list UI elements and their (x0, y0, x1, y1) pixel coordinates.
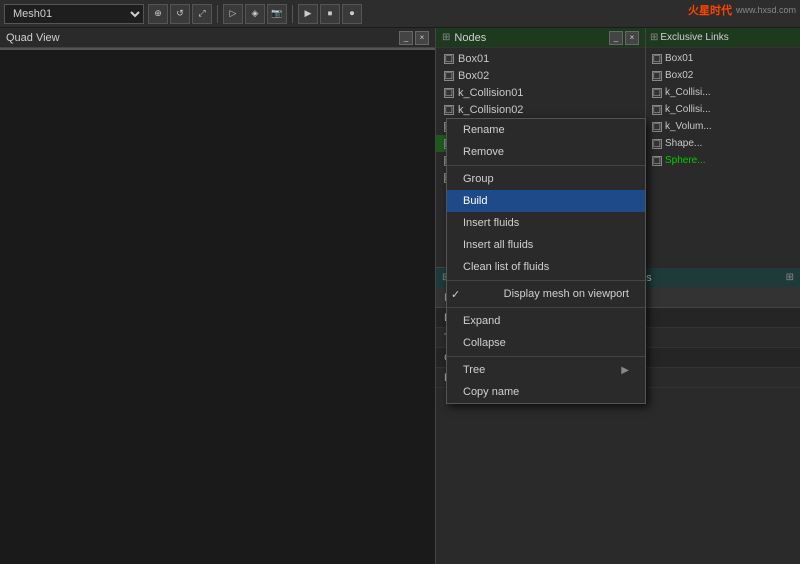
excl-item-kcollisi1[interactable]: □ k_Collisi... (646, 84, 800, 101)
excl-icon: □ (652, 122, 662, 132)
excl-icon: □ (652, 156, 662, 166)
excl-item-sphere[interactable]: □ Sphere... (646, 152, 800, 169)
quad-view-header: Quad View _ × (0, 28, 435, 48)
ctx-clean-list[interactable]: Clean list of fluids (447, 256, 645, 278)
node-icon: □ (444, 54, 454, 64)
move-icon[interactable]: ⊕ (148, 4, 168, 24)
ctx-sep-2 (447, 280, 645, 281)
toolbar-separator-2 (292, 5, 293, 23)
ctx-build[interactable]: Build (447, 190, 645, 212)
brand-text: 火星时代 (688, 2, 732, 18)
select-icon[interactable]: ▷ (223, 4, 243, 24)
nodes-minimize[interactable]: _ (609, 31, 623, 45)
excl-icon: □ (652, 54, 662, 64)
excl-icon: □ (652, 88, 662, 98)
quad-view: Quad View _ × (0, 28, 436, 564)
exclusive-links-header: ⊞ Exclusive Links (646, 28, 800, 48)
excl-label: Box01 (665, 53, 693, 64)
excl-icon: □ (652, 71, 662, 81)
excl-label: Shape... (665, 138, 702, 149)
exclusive-links-title: Exclusive Links (660, 32, 728, 43)
watermark: 火星时代 www.hxsd.com (688, 2, 796, 18)
excl-item-kvolum[interactable]: □ k_Volum... (646, 118, 800, 135)
ctx-insert-all-fluids[interactable]: Insert all fluids (447, 234, 645, 256)
exclusive-links-list: □ Box01 □ Box02 □ k_Collisi... □ k_Colli… (646, 48, 800, 171)
ctx-submenu-arrow: ▶ (621, 365, 629, 376)
scale-icon[interactable]: ⤢ (192, 4, 212, 24)
ctx-collapse[interactable]: Collapse (447, 332, 645, 354)
nodes-close[interactable]: × (625, 31, 639, 45)
node-item-kcollision01[interactable]: □ k_Collision01 (436, 84, 645, 101)
node-icon: □ (444, 105, 454, 115)
excl-item-box01[interactable]: □ Box01 (646, 50, 800, 67)
excl-item-kcollisi2[interactable]: □ k_Collisi... (646, 101, 800, 118)
quad-view-minimize[interactable]: _ (399, 31, 413, 45)
excl-label: k_Collisi... (665, 104, 711, 115)
node-item-kcollision02[interactable]: □ k_Collision02 (436, 101, 645, 118)
node-label: Box02 (458, 70, 489, 82)
excl-icon: □ (652, 105, 662, 115)
brand-url: www.hxsd.com (736, 5, 796, 15)
ctx-display-mesh[interactable]: Display mesh on viewport (447, 283, 645, 305)
viewport-top[interactable]: top Sphere01 PAR:970 Box01 V:8 F:12 Box0… (0, 48, 435, 50)
ctx-expand[interactable]: Expand (447, 310, 645, 332)
ctx-tree[interactable]: Tree ▶ (447, 359, 645, 381)
rotate-icon[interactable]: ↺ (170, 4, 190, 24)
ctx-rename[interactable]: Rename (447, 119, 645, 141)
mesh-dropdown[interactable]: Mesh01Mesh01 (4, 4, 144, 24)
camera-icon[interactable]: 📷 (267, 4, 287, 24)
ctx-group[interactable]: Group (447, 168, 645, 190)
toolbar-icons: ⊕ ↺ ⤢ ▷ ◈ 📷 ▶ ⏹ ⏺ (148, 4, 362, 24)
node-icon: □ (444, 88, 454, 98)
ctx-sep-4 (447, 356, 645, 357)
node-label: k_Collision02 (458, 104, 523, 116)
node-item-box02[interactable]: □ Box02 (436, 67, 645, 84)
params-grid-icon2: ⊞ (786, 272, 794, 283)
ctx-sep-3 (447, 307, 645, 308)
node-label: Box01 (458, 53, 489, 65)
stop-icon[interactable]: ⏹ (320, 4, 340, 24)
top-toolbar: Mesh01Mesh01 ⊕ ↺ ⤢ ▷ ◈ 📷 ▶ ⏹ ⏺ 火星时代 www.… (0, 0, 800, 28)
exclusive-links-panel: ⊞ Exclusive Links □ Box01 □ Box02 □ k_Co… (645, 28, 800, 268)
toolbar-separator-1 (217, 5, 218, 23)
ctx-copy-name[interactable]: Copy name (447, 381, 645, 403)
ctx-remove[interactable]: Remove (447, 141, 645, 163)
nodes-controls: _ × (609, 31, 639, 45)
excl-grid-icon: ⊞ (650, 32, 658, 43)
excl-label: k_Collisi... (665, 87, 711, 98)
nodes-title: Nodes (454, 32, 486, 44)
render-icon[interactable]: ◈ (245, 4, 265, 24)
context-menu: Rename Remove Group Build Insert fluids … (446, 118, 646, 404)
excl-icon: □ (652, 139, 662, 149)
node-label: k_Collision01 (458, 87, 523, 99)
nodes-grid-icon: ⊞ (442, 32, 450, 43)
quad-view-close[interactable]: × (415, 31, 429, 45)
ctx-sep-1 (447, 165, 645, 166)
main-layout: Quad View _ × (0, 28, 800, 564)
node-icon: □ (444, 71, 454, 81)
excl-label: Box02 (665, 70, 693, 81)
quad-view-controls: _ × (399, 31, 429, 45)
nodes-header: ⊞ Nodes _ × (436, 28, 645, 48)
excl-label: k_Volum... (665, 121, 712, 132)
ctx-insert-fluids[interactable]: Insert fluids (447, 212, 645, 234)
excl-item-box02[interactable]: □ Box02 (646, 67, 800, 84)
node-item-box01[interactable]: □ Box01 (436, 50, 645, 67)
record-icon[interactable]: ⏺ (342, 4, 362, 24)
excl-label: Sphere... (665, 155, 706, 166)
excl-item-shape[interactable]: □ Shape... (646, 135, 800, 152)
quad-view-title: Quad View (6, 32, 60, 44)
play-icon[interactable]: ▶ (298, 4, 318, 24)
